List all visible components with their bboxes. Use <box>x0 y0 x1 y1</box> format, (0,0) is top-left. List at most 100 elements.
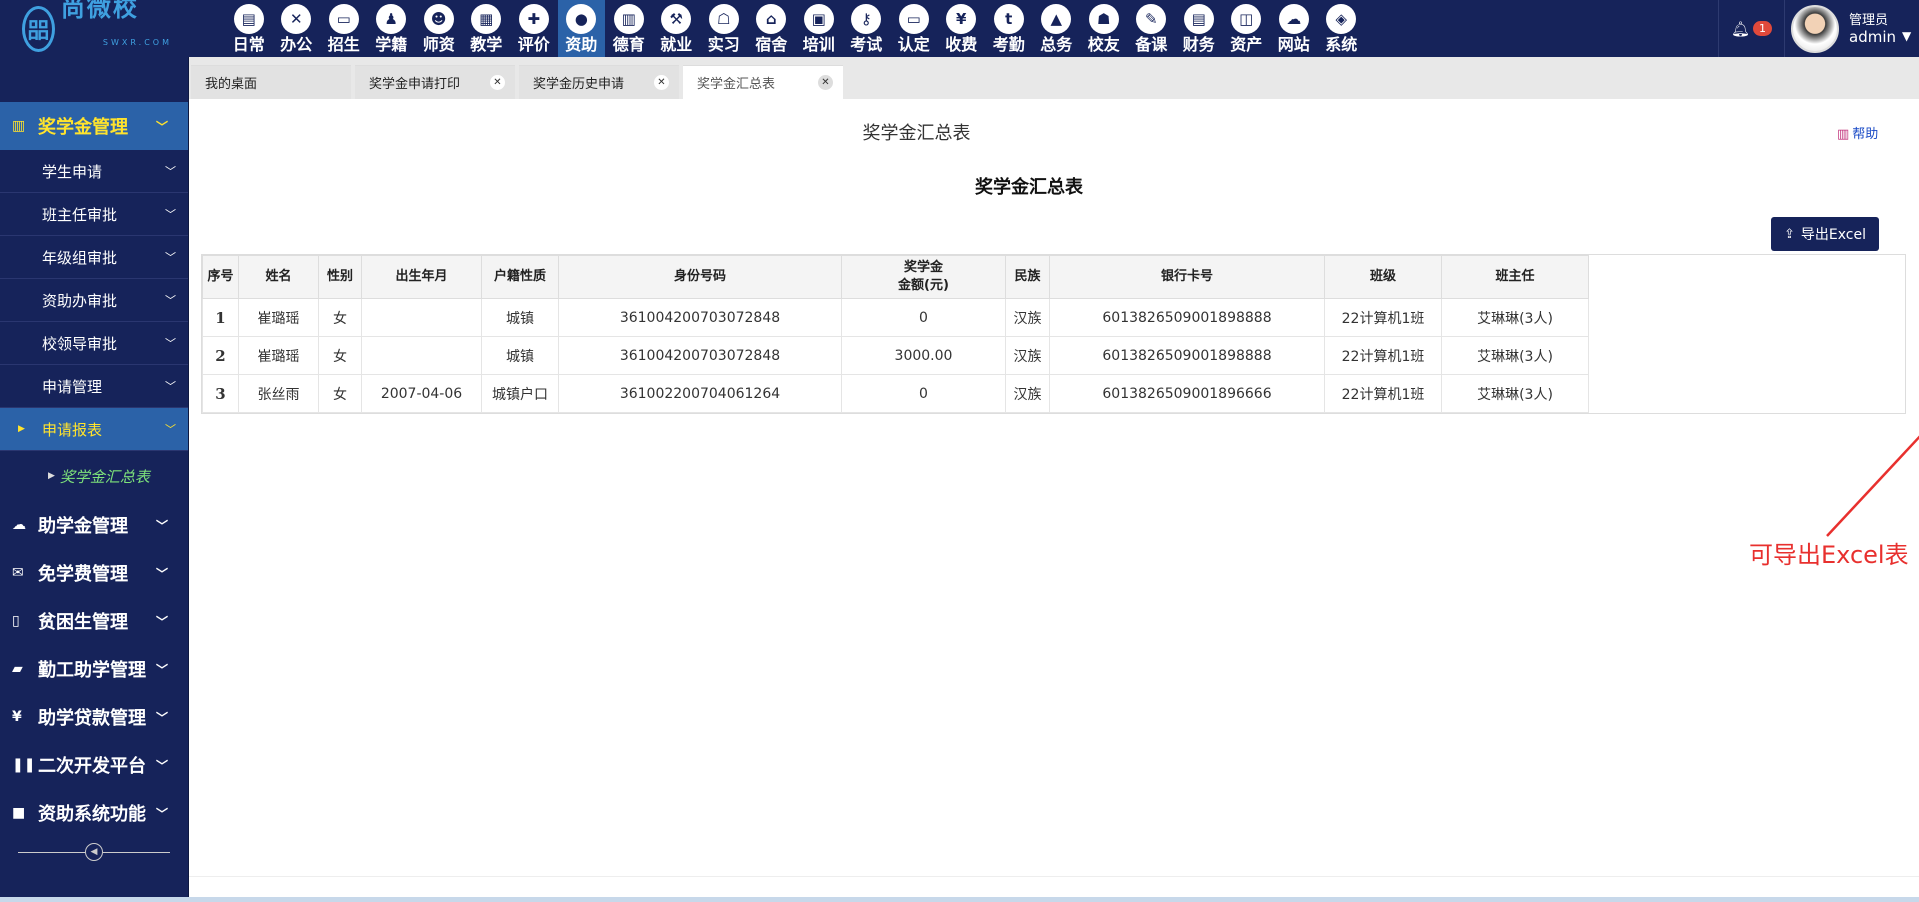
nav-item-17[interactable]: ▲ 总务 <box>1033 0 1081 57</box>
column-header: 户籍性质 <box>481 255 559 299</box>
export-excel-button[interactable]: ⇪ 导出Excel <box>1771 217 1879 251</box>
close-icon[interactable]: ✕ <box>490 75 505 90</box>
nav-item-22[interactable]: ☁ 网站 <box>1270 0 1318 57</box>
table-row[interactable]: 3 张丝雨女 2007-04-06 城镇户口 361002200704061264 0 汉族… <box>202 374 1589 413</box>
user-menu[interactable]: 管理员 admin ▼ <box>1784 0 1919 57</box>
yen-box-icon: ¥ <box>12 709 22 725</box>
office-icon: ✕ <box>281 4 312 34</box>
calendar-plus-icon: ✚ <box>518 4 549 34</box>
notification-badge: 1 <box>1753 21 1773 36</box>
table-cell: 艾琳琳(3人) <box>1441 336 1589 375</box>
tab-label: 奖学金申请打印 <box>369 77 461 92</box>
nav-item-12[interactable]: ▣ 培训 <box>795 0 843 57</box>
table-cell: 361002200704061264 <box>558 374 842 413</box>
close-icon[interactable]: ✕ <box>654 75 669 90</box>
nav-item-16[interactable]: t 考勤 <box>985 0 1033 57</box>
sidebar-group-5[interactable]: ¥ 助学贷款管理 ﹀ <box>0 693 188 741</box>
caret-down-icon: ▼ <box>1902 28 1912 43</box>
nav-label: 考试 <box>850 35 883 54</box>
tab-bar: 我的桌面 奖学金申请打印 ✕ 奖学金历史申请 ✕ 奖学金汇总表 ✕ <box>189 57 1919 99</box>
help-link[interactable]: ▥ 帮助 <box>1837 123 1878 142</box>
nav-item-18[interactable]: ☗ 校友 <box>1080 0 1128 57</box>
logo-mark: 㗊 <box>22 6 55 52</box>
table-cell: 3000.00 <box>841 336 1006 375</box>
sidebar-group-2[interactable]: ✉ 免学费管理 ﹀ <box>0 549 188 597</box>
sidebar-subitem-3[interactable]: 资助办审批 ﹀ <box>0 279 188 322</box>
chevron-down-icon: ﹀ <box>155 758 168 773</box>
sidebar-leaf-label: 奖学金汇总表 <box>59 467 150 486</box>
logo[interactable]: 㗊 尚微校 SWXR.COM <box>22 0 172 65</box>
table-cell: 0 <box>841 374 1006 413</box>
nav-item-9[interactable]: ⚒ 就业 <box>653 0 701 57</box>
nav-item-6[interactable]: ✚ 评价 <box>510 0 558 57</box>
nav-item-13[interactable]: ⚷ 考试 <box>843 0 891 57</box>
nav-item-14[interactable]: ▭ 认定 <box>890 0 938 57</box>
sidebar-group-3[interactable]: ▯ 贫困生管理 ﹀ <box>0 597 188 645</box>
sidebar-group-label: 免学费管理 <box>38 564 128 585</box>
funding-icon: ● <box>566 4 597 34</box>
tab-3[interactable]: 奖学金汇总表 ✕ <box>683 65 843 99</box>
nav-item-21[interactable]: ◫ 资产 <box>1223 0 1271 57</box>
sidebar-group-label: 助学金管理 <box>38 516 128 537</box>
column-header: 奖学金 金额(元) <box>841 255 1006 299</box>
notifications[interactable]: 🔔︎ 1 <box>1718 0 1784 57</box>
sidebar-group-7[interactable]: ■ 资助系统功能 ﹀ <box>0 789 188 837</box>
nav-item-3[interactable]: ♟ 学籍 <box>368 0 416 57</box>
sidebar-subitem-2[interactable]: 年级组审批 ﹀ <box>0 236 188 279</box>
nav-item-4[interactable]: ☻ 师资 <box>415 0 463 57</box>
table-row[interactable]: 2 崔璐瑶女 城镇 361004200703072848 3000.00 汉族 601382… <box>202 336 1589 375</box>
table-row[interactable]: 1 崔璐瑶女 城镇 361004200703072848 0 汉族 601382650900… <box>202 298 1589 337</box>
collapse-left-icon[interactable]: ◀ <box>85 843 103 861</box>
tab-1[interactable]: 奖学金申请打印 ✕ <box>355 65 515 99</box>
sidebar-subitem-4[interactable]: 校领导审批 ﹀ <box>0 322 188 365</box>
cube-icon: ◈ <box>1326 4 1357 34</box>
sidebar-collapse[interactable]: ◀ <box>18 842 170 862</box>
annotation-arrow <box>1826 435 1919 537</box>
table-cell: 6013826509001896666 <box>1049 374 1325 413</box>
sidebar-group-1[interactable]: ☁ 助学金管理 ﹀ <box>0 501 188 549</box>
sidebar-group-0[interactable]: ▥ 奖学金管理 ﹀ <box>0 102 188 150</box>
sidebar-subitem-label: 校领导审批 <box>42 334 118 353</box>
chevron-down-icon: ﹀ <box>155 119 168 134</box>
logo-name: 尚微校 <box>60 0 139 22</box>
table-header: 序号 姓名 性别 出生年月 户籍性质 身份号码 奖学金 金额(元) 民族 银行卡号 班级 班主任 <box>202 255 1589 299</box>
nav-item-0[interactable]: ▤ 日常 <box>225 0 273 57</box>
sidebar-subitem-0[interactable]: 学生申请 ﹀ <box>0 150 188 193</box>
sidebar-group-label: 勤工助学管理 <box>38 660 146 681</box>
help-label: 帮助 <box>1852 127 1879 142</box>
nav-item-23[interactable]: ◈ 系统 <box>1318 0 1366 57</box>
column-header: 身份号码 <box>558 255 842 299</box>
tab-2[interactable]: 奖学金历史申请 ✕ <box>519 65 679 99</box>
sidebar-subitem-5[interactable]: 申请管理 ﹀ <box>0 365 188 408</box>
table-cell: 6013826509001898888 <box>1049 298 1325 337</box>
columns-icon: ❚❚ <box>12 757 36 773</box>
sidebar-group-label: 助学贷款管理 <box>38 708 146 729</box>
table-cell: 崔璐瑶 <box>238 298 319 337</box>
table-cell: 城镇 <box>481 298 559 337</box>
nav-item-8[interactable]: ▥ 德育 <box>605 0 653 57</box>
nav-item-5[interactable]: ▦ 教学 <box>463 0 511 57</box>
nav-item-20[interactable]: ▤ 财务 <box>1175 0 1223 57</box>
sidebar-subitem-1[interactable]: 班主任审批 ﹀ <box>0 193 188 236</box>
table-cell: 22计算机1班 <box>1324 374 1442 413</box>
cloud-icon: ☁ <box>1278 4 1309 34</box>
close-icon[interactable]: ✕ <box>818 75 833 90</box>
tab-0[interactable]: 我的桌面 <box>191 65 351 99</box>
nav-item-7[interactable]: ● 资助 <box>557 0 605 57</box>
nav-item-10[interactable]: ☖ 实习 <box>700 0 748 57</box>
sidebar-subitem-6[interactable]: ▶ 申请报表 ﹀ <box>0 408 188 451</box>
nav-item-11[interactable]: ⌂ 宿舍 <box>748 0 796 57</box>
nav-item-1[interactable]: ✕ 办公 <box>273 0 321 57</box>
sidebar-subitem-label: 年级组审批 <box>42 248 118 267</box>
sidebar-group-4[interactable]: ▰ 勤工助学管理 ﹀ <box>0 645 188 693</box>
nav-item-2[interactable]: ▭ 招生 <box>320 0 368 57</box>
chevron-down-icon: ﹀ <box>155 566 168 581</box>
column-header: 班级 <box>1324 255 1442 299</box>
content: 奖学金汇总表 ▥ 帮助 奖学金汇总表 ⇪ 导出Excel 序号 姓名 性别 出生年月 户籍性… <box>189 99 1919 902</box>
sidebar-leaf-item[interactable]: ▶ 奖学金汇总表 <box>0 451 188 501</box>
sidebar-group-label: 资助系统功能 <box>38 804 146 825</box>
nav-item-15[interactable]: ¥ 收费 <box>938 0 986 57</box>
nav-item-19[interactable]: ✎ 备课 <box>1128 0 1176 57</box>
chevron-down-icon: ﹀ <box>165 294 176 307</box>
sidebar-group-6[interactable]: ❚❚ 二次开发平台 ﹀ <box>0 741 188 789</box>
